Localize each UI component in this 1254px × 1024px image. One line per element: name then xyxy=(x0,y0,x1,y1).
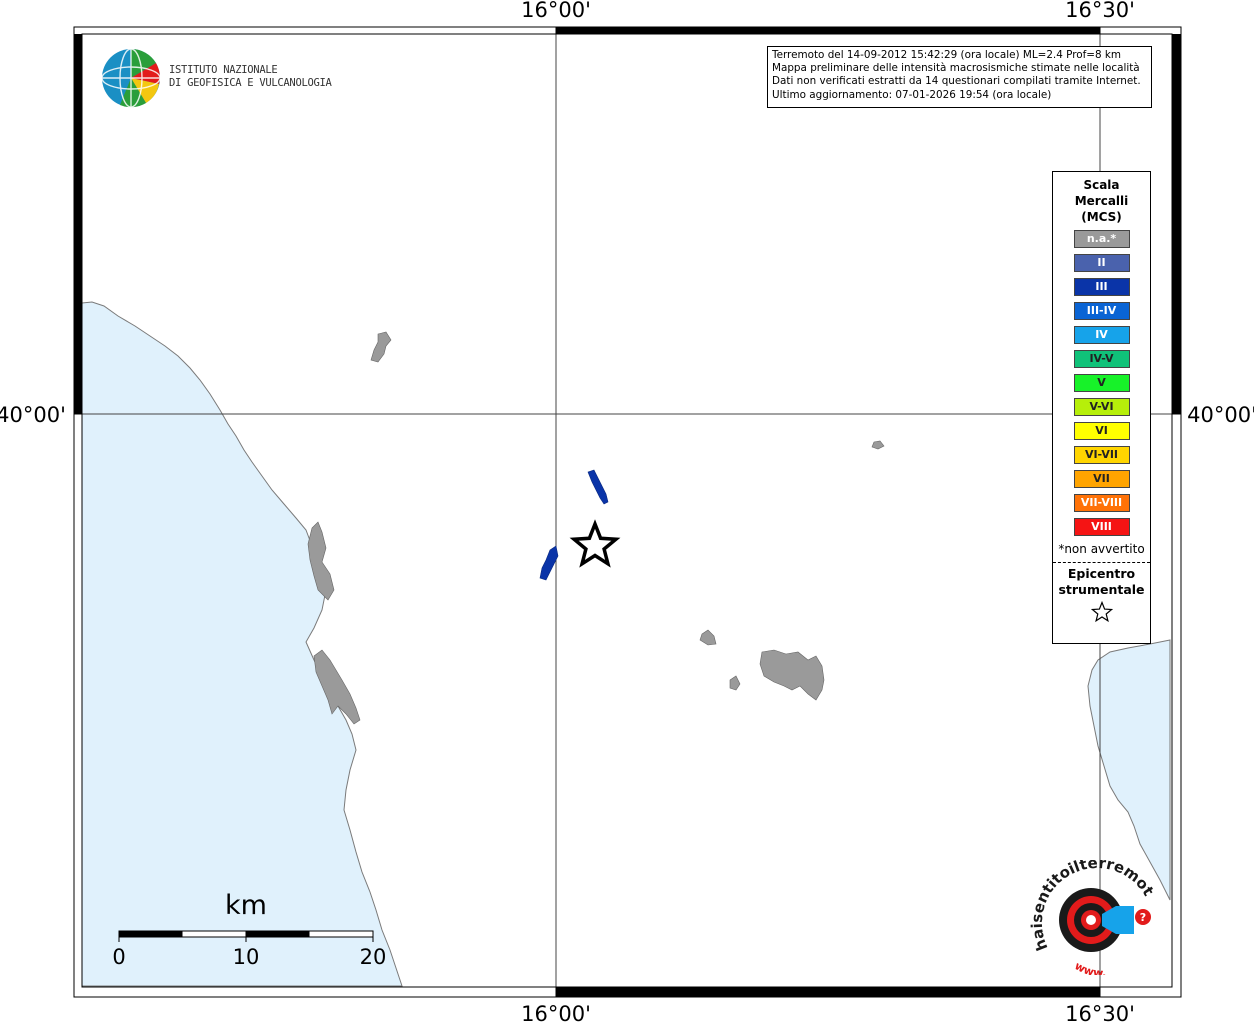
info-line-source: Dati non verificati estratti da 14 quest… xyxy=(772,75,1141,88)
lat-label-right-40-00: 40°00' xyxy=(1187,403,1254,427)
legend-item-iv-v: IV-V xyxy=(1073,350,1130,368)
svg-text:?: ? xyxy=(1140,911,1146,924)
locality-east-small xyxy=(871,440,885,450)
legend-item-vi: VI xyxy=(1073,422,1130,440)
locality-north xyxy=(370,331,392,363)
mcs-legend: Scala Mercalli (MCS) n.a.* II III III-IV IV I… xyxy=(1052,171,1151,644)
legend-item-vii-viii: VII-VIII xyxy=(1073,494,1130,512)
localities-intensity-III xyxy=(539,469,609,581)
info-line-updated: Ultimo aggiornamento: 07-01-2026 19:54 (… xyxy=(772,88,1052,101)
ingv-name-line2: DI GEOFISICA E VULCANOLOGIA xyxy=(169,77,332,89)
frame-bottom-bar xyxy=(556,987,1100,997)
legend-item-ii: II xyxy=(1073,254,1130,272)
legend-note: *non avvertito xyxy=(1058,542,1145,556)
scale-bar-label-20: 20 xyxy=(360,945,387,969)
lon-label-bottom-16-30: 16°30' xyxy=(1065,1002,1135,1024)
legend-separator xyxy=(1053,562,1150,563)
haisentito-logo-icon: ? haisentitoilterremoto.it www. xyxy=(1028,860,1157,975)
frame-right-bar xyxy=(1172,34,1181,414)
legend-item-n-a: n.a.* xyxy=(1073,230,1130,248)
frame-top-bar xyxy=(556,27,1100,34)
legend-epicenter-label: Epicentro strumentale xyxy=(1058,566,1145,597)
legend-title: Scala Mercalli (MCS) xyxy=(1074,178,1129,224)
lon-label-top-16-30: 16°30' xyxy=(1065,0,1135,22)
svg-text:www.: www. xyxy=(1072,959,1106,975)
legend-items: n.a.* II III III-IV IV IV-V V V-VI VI VI-VII VII VI… xyxy=(1053,230,1150,536)
info-line-event: Terremoto del 14-09-2012 15:42:29 (ora l… xyxy=(772,49,1122,61)
locality-southeast-1 xyxy=(699,629,717,646)
legend-item-viii: VIII xyxy=(1073,518,1130,536)
lon-label-top-16-00: 16°00' xyxy=(521,0,591,22)
locality-southeast-2 xyxy=(729,675,741,691)
legend-item-iv: IV xyxy=(1073,326,1130,344)
legend-star-icon xyxy=(1090,601,1113,623)
epicenter-star-icon xyxy=(569,519,621,568)
lon-label-bottom-16-00: 16°00' xyxy=(521,1002,591,1024)
lat-label-left-40-00: 40°00' xyxy=(0,403,66,427)
info-line-description: Mappa preliminare delle intensità macros… xyxy=(772,62,1140,75)
locality-iii-west xyxy=(539,545,559,581)
earthquake-info-box: Terremoto del 14-09-2012 15:42:29 (ora l… xyxy=(767,46,1152,108)
legend-item-vii: VII xyxy=(1073,470,1130,488)
locality-southeast-3 xyxy=(759,649,825,701)
haisentito-logo-prefix: www. xyxy=(1072,959,1106,975)
legend-item-v-vi: V-VI xyxy=(1073,398,1130,416)
scale-bar-label-10: 10 xyxy=(233,945,260,969)
legend-item-vi-vii: VI-VII xyxy=(1073,446,1130,464)
legend-item-iii: III xyxy=(1073,278,1130,296)
legend-item-v: V xyxy=(1073,374,1130,392)
locality-iii-north xyxy=(587,469,609,505)
frame-left-bar xyxy=(74,34,82,414)
sea-tyrrhenian xyxy=(81,301,403,987)
ingv-name-line1: ISTITUTO NAZIONALE xyxy=(169,64,278,76)
legend-item-iii-iv: III-IV xyxy=(1073,302,1130,320)
ingv-name: ISTITUTO NAZIONALE DI GEOFISICA E VULCAN… xyxy=(169,64,332,90)
scale-bar-unit: km xyxy=(225,890,267,921)
scale-bar-label-0: 0 xyxy=(112,945,125,969)
